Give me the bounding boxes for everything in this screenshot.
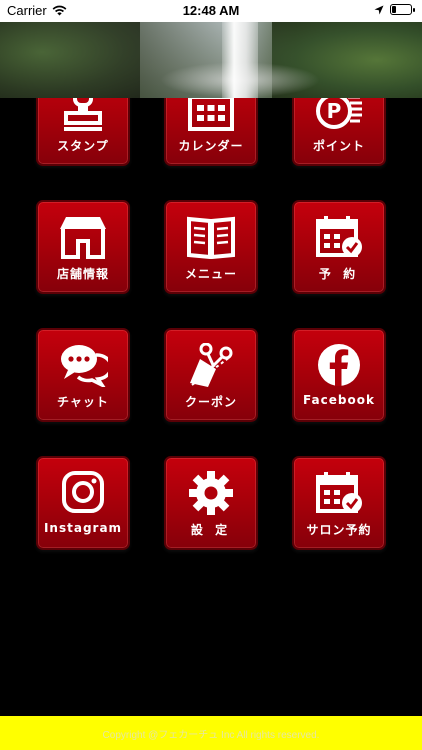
header-image-waterfall: [222, 22, 258, 98]
location-arrow-icon: [374, 5, 384, 14]
chat-bubbles-icon: [58, 343, 108, 387]
calendar-button[interactable]: カレンダー: [164, 98, 258, 166]
points-button[interactable]: P ポイント: [292, 98, 386, 166]
gear-icon: [186, 471, 236, 515]
coupon-label: クーポン: [184, 395, 237, 409]
salon-reservation-button[interactable]: サロン予約: [292, 456, 386, 550]
store-info-button[interactable]: 店舗情報: [36, 200, 130, 294]
instagram-icon: [58, 471, 108, 515]
menu-label: メニュー: [184, 267, 237, 281]
settings-button[interactable]: 設 定: [164, 456, 258, 550]
wifi-icon: [52, 5, 67, 16]
header-waterfall-image: [0, 22, 422, 98]
chat-label: チャット: [57, 395, 109, 409]
book-menu-icon: [186, 215, 236, 259]
settings-label: 設 定: [190, 523, 232, 537]
menu-grid: スタンプ カレンダー P ポイント 店舗情報 メニュー 予 約 チャット クーポ…: [0, 98, 422, 716]
store-info-label: 店舗情報: [56, 267, 109, 281]
battery-level: [392, 6, 396, 13]
instagram-label: Instagram: [43, 521, 123, 535]
status-bar: Carrier 12:48 AM: [0, 0, 422, 22]
store-icon: [58, 215, 108, 259]
salon-reservation-icon: [314, 471, 364, 515]
menu-button[interactable]: メニュー: [164, 200, 258, 294]
copyright-text: Copyright @フェカーチュ Inc All rights reserve…: [102, 729, 320, 741]
chat-button[interactable]: チャット: [36, 328, 130, 422]
calendar-icon: [186, 98, 236, 131]
points-label: ポイント: [312, 139, 365, 153]
facebook-icon: [314, 343, 364, 387]
stamp-icon: [58, 98, 108, 131]
stamp-label: スタンプ: [57, 139, 109, 153]
points-coin-icon: P: [314, 98, 364, 131]
facebook-label: Facebook: [303, 393, 375, 407]
coupon-button[interactable]: クーポン: [164, 328, 258, 422]
header-image-rocks-left: [0, 22, 140, 98]
status-bar-right: [374, 4, 415, 15]
calendar-label: カレンダー: [178, 139, 244, 153]
facebook-button[interactable]: Facebook: [292, 328, 386, 422]
stamp-button[interactable]: スタンプ: [36, 98, 130, 166]
footer: Copyright @フェカーチュ Inc All rights reserve…: [0, 716, 422, 750]
salon-reservation-label: サロン予約: [306, 523, 372, 537]
reservation-button[interactable]: 予 約: [292, 200, 386, 294]
battery-icon: [390, 4, 415, 15]
coupon-scissors-icon: [186, 343, 236, 387]
carrier-label: Carrier: [7, 3, 47, 18]
instagram-button[interactable]: Instagram: [36, 456, 130, 550]
reservation-calendar-icon: [314, 215, 364, 259]
svg-text:P: P: [327, 99, 342, 123]
reservation-label: 予 約: [318, 267, 360, 281]
status-bar-left: Carrier: [7, 3, 67, 18]
